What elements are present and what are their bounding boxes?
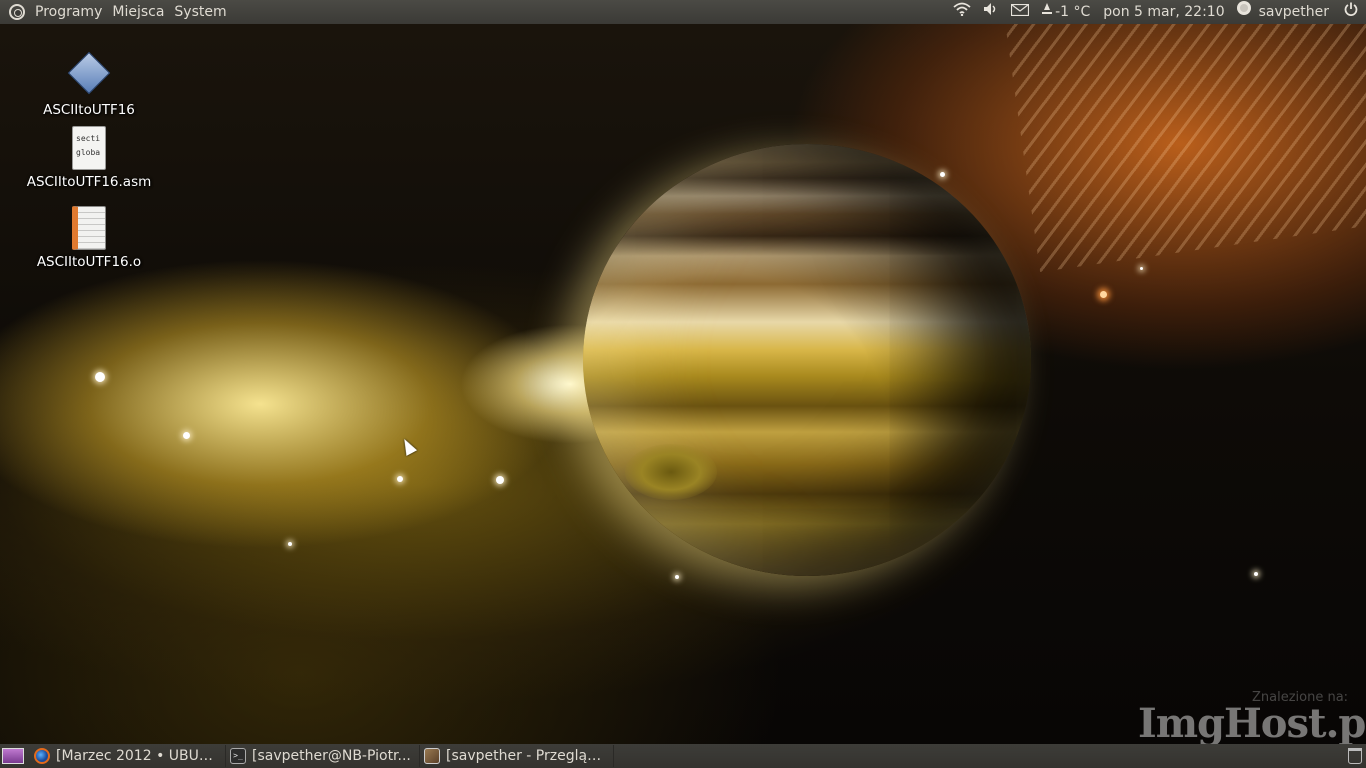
file-preview-line: secti — [76, 134, 101, 143]
taskbar-item-terminal[interactable]: >_ [savpether@NB-Piotr... — [226, 745, 420, 767]
volume-icon[interactable] — [977, 0, 1005, 24]
clock[interactable]: pon 5 mar, 22:10 — [1095, 0, 1229, 24]
image-viewer-icon — [424, 748, 440, 764]
text-file-icon: secti globa — [72, 126, 106, 170]
weather-icon[interactable] — [1035, 0, 1055, 24]
menu-system[interactable]: System — [169, 0, 231, 24]
taskbar-item-firefox[interactable]: [Marzec 2012 • UBUN... — [30, 745, 226, 767]
task-label: [savpether@NB-Piotr... — [252, 748, 411, 764]
star — [496, 476, 504, 484]
star — [288, 542, 292, 546]
power-icon[interactable] — [1334, 0, 1366, 24]
desktop-icon-label: ASCIItoUTF16 — [43, 102, 135, 118]
username[interactable]: savpether — [1254, 0, 1334, 24]
nebula-streak — [1003, 24, 1366, 272]
firefox-icon — [34, 748, 50, 764]
desktop-icon-label: ASCIItoUTF16.o — [36, 254, 142, 270]
executable-icon — [67, 51, 111, 95]
file-preview-line: globa — [76, 148, 101, 157]
object-file-icon — [72, 206, 106, 250]
task-label: [savpether - Przegląd... — [446, 748, 609, 764]
menu-programy[interactable]: Programy — [30, 0, 107, 24]
system-tray: -1 °C pon 5 mar, 22:10 savpether — [947, 0, 1366, 24]
star — [397, 476, 403, 482]
temperature-label[interactable]: -1 °C — [1055, 0, 1095, 24]
ubuntu-logo-icon[interactable] — [9, 4, 25, 20]
terminal-icon: >_ — [230, 748, 246, 764]
top-panel: Programy Miejsca System -1 °C pon 5 mar,… — [0, 0, 1366, 24]
task-label: [Marzec 2012 • UBUN... — [56, 748, 221, 764]
show-desktop-button[interactable] — [2, 748, 24, 764]
mail-icon[interactable] — [1005, 0, 1035, 24]
desktop-icon-object[interactable]: ASCIItoUTF16.o — [19, 206, 159, 270]
planet — [583, 144, 1031, 576]
desktop-icon-label: ASCIItoUTF16.asm — [26, 174, 152, 190]
bottom-panel: [Marzec 2012 • UBUN... >_ [savpether@NB-… — [0, 744, 1366, 768]
star — [1100, 291, 1107, 298]
star — [183, 432, 190, 439]
desktop-icon-asm[interactable]: secti globa ASCIItoUTF16.asm — [19, 126, 159, 190]
desktop-wallpaper — [0, 24, 1366, 744]
star — [675, 575, 679, 579]
desktop-icon-asciitoutf16[interactable]: ASCIItoUTF16 — [19, 50, 159, 118]
star — [940, 172, 945, 177]
user-status-icon[interactable] — [1230, 0, 1254, 24]
wifi-icon[interactable] — [947, 0, 977, 24]
planet-spot — [625, 444, 717, 500]
menu-miejsca[interactable]: Miejsca — [107, 0, 169, 24]
star — [95, 372, 105, 382]
star — [1254, 572, 1258, 576]
watermark: ImgHost.pl — [1138, 700, 1366, 747]
star — [1140, 267, 1143, 270]
trash-icon[interactable] — [1348, 748, 1362, 764]
taskbar-item-image-viewer[interactable]: [savpether - Przegląd... — [420, 745, 614, 767]
